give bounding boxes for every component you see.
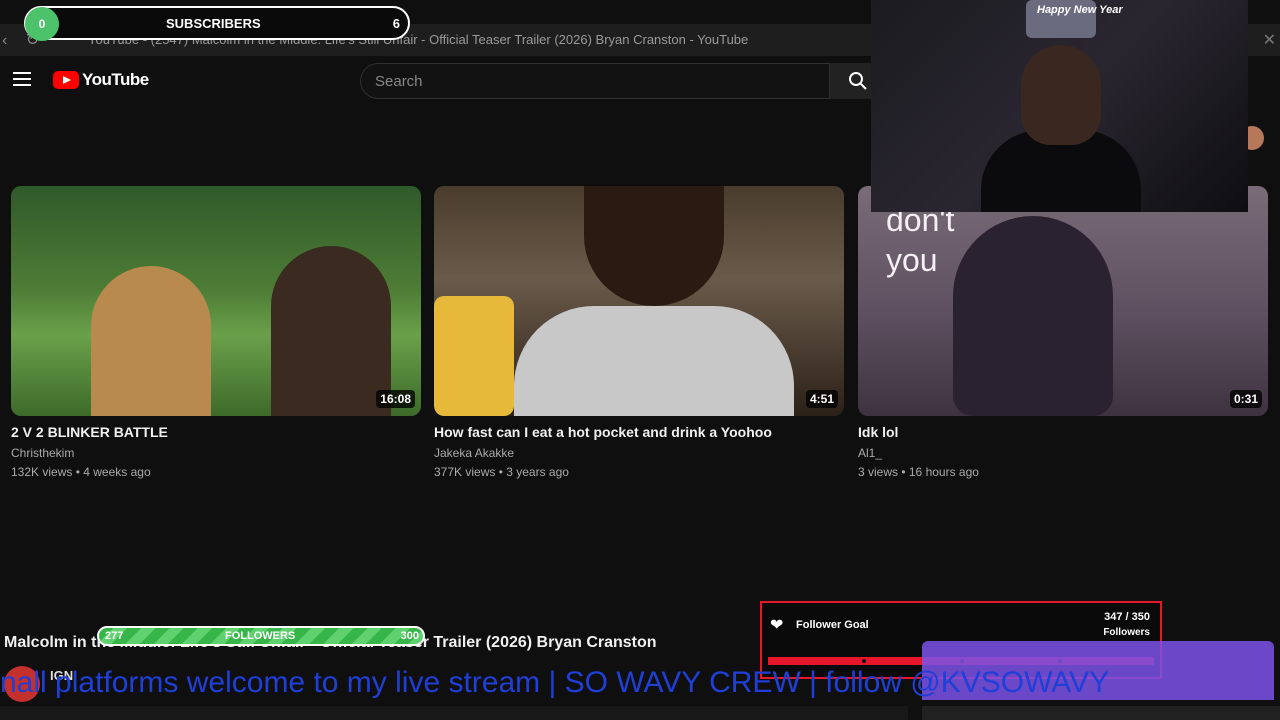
follower-goal-count: 347 / 350 [1104, 611, 1150, 623]
video-title[interactable]: 2 V 2 BLINKER BATTLE [11, 424, 421, 440]
video-title[interactable]: Idk lol [858, 424, 1268, 440]
video-channel[interactable]: Jakeka Akakke [434, 446, 844, 460]
thumbnail-figure [953, 216, 1113, 416]
video-title[interactable]: How fast can I eat a hot pocket and drin… [434, 424, 844, 440]
video-card[interactable]: 16:08 2 V 2 BLINKER BATTLE Christhekim 1… [11, 186, 421, 479]
video-card[interactable]: 4:51 How fast can I eat a hot pocket and… [434, 186, 844, 479]
video-thumbnail[interactable]: 16:08 [11, 186, 421, 416]
close-icon[interactable]: ✕ [1263, 30, 1276, 50]
thumbnail-can [434, 296, 514, 416]
follower-goal-unit: Followers [1103, 627, 1150, 638]
party-hat-text: Happy New Year [1037, 4, 1123, 16]
subscribers-start: 0 [25, 7, 59, 41]
video-channel[interactable]: Al1_ [858, 446, 1268, 460]
webcam-person-face [1021, 45, 1101, 145]
subscribers-label: SUBSCRIBERS [166, 16, 261, 31]
comment-strip [0, 706, 908, 720]
search-box[interactable] [360, 63, 830, 99]
thumbnail-text: you [886, 242, 938, 278]
search-icon [849, 72, 867, 90]
video-duration: 0:31 [1229, 390, 1262, 408]
thumbnail-figure [514, 306, 794, 416]
followers-label: FOLLOWERS [225, 630, 296, 642]
thumbnail-figure [584, 186, 724, 306]
youtube-play-icon [53, 71, 79, 89]
youtube-logo[interactable]: YouTube [53, 70, 149, 90]
video-meta: 3 views • 16 hours ago [858, 465, 979, 479]
subscribers-goal-bar: 0 SUBSCRIBERS 6 [24, 6, 410, 41]
video-thumbnail[interactable]: 4:51 [434, 186, 844, 416]
menu-icon[interactable] [13, 72, 31, 86]
video-meta: 377K views • 3 years ago [434, 465, 569, 479]
followers-end: 300 [400, 630, 419, 642]
subscribers-end: 6 [392, 16, 400, 31]
heart-icon: ❤ [770, 617, 784, 634]
thumbnail-figure [271, 246, 391, 416]
sidebar-strip [922, 706, 1280, 720]
video-duration: 4:51 [805, 390, 838, 408]
video-channel[interactable]: Christhekim [11, 446, 421, 460]
youtube-logo-text: YouTube [82, 70, 149, 89]
search-input[interactable] [361, 64, 829, 99]
video-card[interactable]: don't you 0:31 Idk lol Al1_ 3 views • 16… [858, 186, 1268, 479]
video-duration: 16:08 [376, 390, 415, 408]
followers-goal-bar: 277 FOLLOWERS 300 [97, 626, 425, 646]
back-icon[interactable]: ‹ [2, 32, 7, 49]
followers-start: 277 [105, 630, 124, 642]
thumbnail-figure [91, 266, 211, 416]
video-thumbnail[interactable]: don't you 0:31 [858, 186, 1268, 416]
follower-goal-label: Follower Goal [796, 619, 869, 631]
webcam-overlay: Happy New Year [871, 0, 1248, 212]
video-meta: 132K views • 4 weeks ago [11, 465, 151, 479]
stream-marquee: nall platforms welcome to my live stream… [0, 666, 1110, 699]
